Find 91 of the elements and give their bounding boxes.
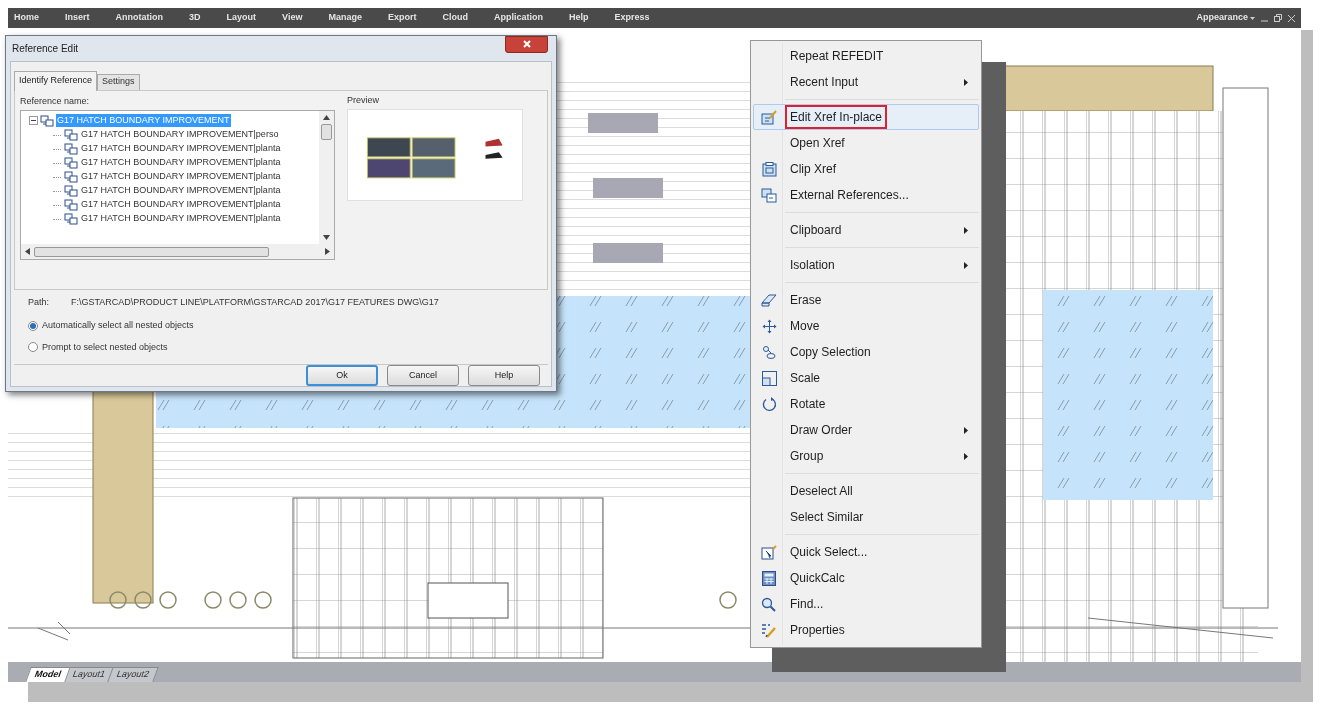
clipboard-icon: [761, 161, 777, 177]
tree-item[interactable]: G17 HATCH BOUNDARY IMPROVEMENT|planta: [81, 142, 281, 156]
radio-label: Automatically select all nested objects: [42, 319, 194, 332]
menu-bar-item[interactable]: Application: [493, 11, 543, 25]
menu-bar-item[interactable]: Manage: [328, 11, 362, 25]
tree-item[interactable]: G17 HATCH BOUNDARY IMPROVEMENT|planta: [81, 212, 281, 226]
copy-icon: [762, 344, 776, 360]
menu-item[interactable]: Deselect All: [753, 478, 979, 504]
scrollbar-thumb[interactable]: [34, 246, 269, 257]
scroll-right-icon[interactable]: [325, 248, 330, 255]
tab[interactable]: Settings: [97, 73, 140, 90]
menu-item[interactable]: Rotate: [753, 391, 979, 417]
search-icon: [761, 596, 777, 612]
menu-item[interactable]: Erase: [753, 287, 979, 313]
menu-item[interactable]: Group: [753, 443, 979, 469]
menu-item[interactable]: External References...: [753, 182, 979, 208]
horizontal-scrollbar[interactable]: [21, 244, 334, 259]
menu-item[interactable]: Clip Xref: [753, 156, 979, 182]
move-icon: [761, 318, 777, 334]
menu-item[interactable]: Scale: [753, 365, 979, 391]
edit-icon: [761, 109, 777, 125]
tree-item[interactable]: G17 HATCH BOUNDARY IMPROVEMENT|planta: [81, 156, 281, 170]
quick-select-icon: [761, 544, 777, 560]
close-icon[interactable]: [1288, 14, 1295, 22]
menu-item[interactable]: Copy Selection: [753, 339, 979, 365]
menu-item[interactable]: Move: [753, 313, 979, 339]
menu-item[interactable]: Edit Xref In-place: [753, 104, 979, 130]
vertical-scrollbar[interactable]: [319, 111, 334, 244]
preview-label: Preview: [347, 93, 380, 107]
dialog-button[interactable]: Ok: [306, 365, 378, 386]
menu-bar-item[interactable]: Help: [568, 11, 589, 25]
rotate-icon: [761, 396, 777, 412]
appearance-menu[interactable]: Appearance: [1196, 11, 1255, 25]
menu-bar-item[interactable]: Insert: [65, 11, 90, 25]
tree-item[interactable]: G17 HATCH BOUNDARY IMPROVEMENT|planta: [81, 184, 281, 198]
scroll-left-icon[interactable]: [25, 248, 30, 255]
menu-bar-item[interactable]: Cloud: [442, 11, 468, 25]
menu-item[interactable]: Open Xref: [753, 130, 979, 156]
scroll-up-icon[interactable]: [323, 115, 330, 120]
radio-label: Prompt to select nested objects: [42, 340, 168, 354]
collapse-icon[interactable]: [29, 116, 38, 125]
xref-icon: [64, 129, 78, 141]
dialog-button[interactable]: Cancel: [387, 365, 459, 386]
path-value: F:\GSTARCAD\PRODUCT LINE\PLATFORM\GSTARCAD 2017\G17 FEATURES DWG\G17: [71, 295, 439, 309]
tree-item[interactable]: G17 HATCH BOUNDARY IMPROVEMENT|perso: [81, 128, 279, 142]
radio-button[interactable]: [28, 320, 38, 331]
close-button[interactable]: [505, 35, 548, 53]
layout-tab[interactable]: Layout2: [107, 667, 159, 682]
menu-bar-item[interactable]: Annotation: [115, 11, 164, 25]
restore-icon[interactable]: [1274, 14, 1282, 22]
menu-bar-item[interactable]: View: [282, 11, 303, 25]
properties-icon: [761, 622, 777, 638]
xref-icon: [64, 143, 78, 155]
xref-icon: [40, 114, 54, 127]
eraser-icon: [761, 293, 777, 307]
tab[interactable]: Identify Reference: [14, 70, 98, 91]
xref-icon: [64, 213, 78, 225]
menu-bar-item[interactable]: Export: [387, 11, 417, 25]
radio-button[interactable]: [28, 342, 38, 353]
tree-item[interactable]: G17 HATCH BOUNDARY IMPROVEMENT|planta: [81, 198, 281, 212]
caret-icon: [1250, 16, 1255, 20]
calculator-icon: [762, 570, 776, 586]
xref-icon: [64, 157, 78, 169]
dialog-button[interactable]: Help: [468, 365, 540, 386]
xref-icon: [64, 185, 78, 197]
menu-item[interactable]: Find...: [753, 591, 979, 617]
menu-item[interactable]: Clipboard: [753, 217, 979, 243]
menu-item[interactable]: Repeat REFEDIT: [753, 43, 979, 69]
menu-item[interactable]: Quick Select...: [753, 539, 979, 565]
references-icon: [761, 187, 777, 203]
menu-bar-item[interactable]: Layout: [226, 11, 257, 25]
reference-name-label: Reference name:: [20, 94, 91, 108]
close-icon: [522, 40, 531, 49]
menu-item[interactable]: Select Similar: [753, 504, 979, 530]
xref-icon: [64, 199, 78, 211]
scrollbar-thumb[interactable]: [321, 124, 332, 140]
menu-item[interactable]: Recent Input: [753, 69, 979, 95]
menu-item[interactable]: Draw Order: [753, 417, 979, 443]
menu-item[interactable]: Isolation: [753, 252, 979, 278]
scale-icon: [761, 370, 777, 386]
xref-icon: [64, 171, 78, 183]
dialog-title: Reference Edit: [12, 41, 79, 56]
menu-item[interactable]: QuickCalc: [753, 565, 979, 591]
menu-bar-item[interactable]: Home: [14, 11, 39, 25]
path-label: Path:: [28, 295, 49, 309]
menu-bar-item[interactable]: 3D: [189, 11, 201, 25]
menu-item[interactable]: Properties: [753, 617, 979, 643]
layout-tab[interactable]: Model: [25, 667, 71, 682]
scroll-down-icon[interactable]: [323, 235, 330, 240]
menu-bar-item[interactable]: Express: [614, 11, 650, 25]
tree-item[interactable]: G17 HATCH BOUNDARY IMPROVEMENT|planta: [81, 170, 281, 184]
